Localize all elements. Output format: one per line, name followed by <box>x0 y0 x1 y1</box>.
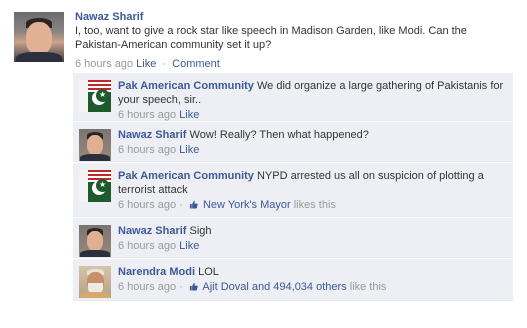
commenter-avatar[interactable]: ★ <box>79 80 111 112</box>
comment-timestamp[interactable]: 6 hours ago <box>118 199 176 211</box>
comment-author-name[interactable]: Pak American Community <box>118 170 254 182</box>
post-comment-link[interactable]: Comment <box>172 58 220 70</box>
comment-author-name[interactable]: Narendra Modi <box>118 266 195 278</box>
post-meta: 6 hours ago Like · Comment <box>75 57 220 71</box>
post-timestamp[interactable]: 6 hours ago <box>75 58 133 70</box>
comment-author-name[interactable]: Nawaz Sharif <box>118 129 186 141</box>
comment-body: Narendra Modi LOL <box>118 265 507 279</box>
likes-suffix: like this <box>349 281 387 293</box>
post-body-text: I, too, want to give a rock star like sp… <box>75 25 467 51</box>
post-header: Nawaz Sharif I, too, want to give a rock… <box>75 10 515 52</box>
comment: Nawaz Sharif Sigh 6 hours ago Like <box>73 218 513 258</box>
comment-body: Nawaz Sharif Wow! Really? Then what happ… <box>118 128 507 142</box>
comment-timestamp[interactable]: 6 hours ago <box>118 240 176 252</box>
comment-text: Sigh <box>189 225 212 237</box>
comment-text: LOL <box>198 266 219 278</box>
comment-like-link[interactable]: Like <box>179 109 199 121</box>
meta-separator: · <box>179 199 183 211</box>
commenter-avatar[interactable]: ★ <box>79 170 111 202</box>
comment: Nawaz Sharif Wow! Really? Then what happ… <box>73 122 513 162</box>
comment-timestamp[interactable]: 6 hours ago <box>118 281 176 293</box>
facebook-post: Nawaz Sharif I, too, want to give a rock… <box>0 0 527 328</box>
comment: ★ Pak American Community NYPD arrested u… <box>73 163 513 217</box>
meta-separator: · <box>162 58 167 70</box>
comment-meta: 6 hours ago · Ajit Doval and 494,034 oth… <box>118 280 507 294</box>
meta-separator: · <box>179 281 183 293</box>
comment-author-name[interactable]: Nawaz Sharif <box>118 225 186 237</box>
comment-timestamp[interactable]: 6 hours ago <box>118 144 176 156</box>
post-like-link[interactable]: Like <box>136 58 156 70</box>
comment-text: Wow! Really? Then what happened? <box>189 129 369 141</box>
comment-meta: 6 hours ago Like <box>118 108 507 122</box>
comment-meta: 6 hours ago Like <box>118 143 507 157</box>
comment-meta: 6 hours ago Like <box>118 239 507 253</box>
likes-suffix: likes this <box>293 199 336 211</box>
thumbs-up-icon <box>189 282 198 291</box>
author-avatar[interactable] <box>14 12 64 62</box>
comment-like-link[interactable]: Like <box>179 240 199 252</box>
comment-body: Pak American Community NYPD arrested us … <box>118 169 507 197</box>
thumbs-up-icon <box>189 200 198 209</box>
comment-body: Nawaz Sharif Sigh <box>118 224 507 238</box>
commenter-avatar[interactable] <box>79 225 111 257</box>
commenter-avatar[interactable] <box>79 266 111 298</box>
comment: Narendra Modi LOL 6 hours ago · Ajit Dov… <box>73 259 513 301</box>
comment-likers[interactable]: Ajit Doval and 494,034 others <box>202 281 346 293</box>
comment-list: ★ Pak American Community We did organize… <box>73 73 513 302</box>
comment-like-link[interactable]: Like <box>179 144 199 156</box>
comment: ★ Pak American Community We did organize… <box>73 73 513 121</box>
commenter-avatar[interactable] <box>79 129 111 161</box>
comment-body: Pak American Community We did organize a… <box>118 79 507 107</box>
comment-meta: 6 hours ago · New York's Mayor likes thi… <box>118 198 507 212</box>
post-author-name[interactable]: Nawaz Sharif <box>75 10 515 24</box>
comment-timestamp[interactable]: 6 hours ago <box>118 109 176 121</box>
comment-author-name[interactable]: Pak American Community <box>118 80 254 92</box>
comment-likers[interactable]: New York's Mayor <box>203 199 291 211</box>
